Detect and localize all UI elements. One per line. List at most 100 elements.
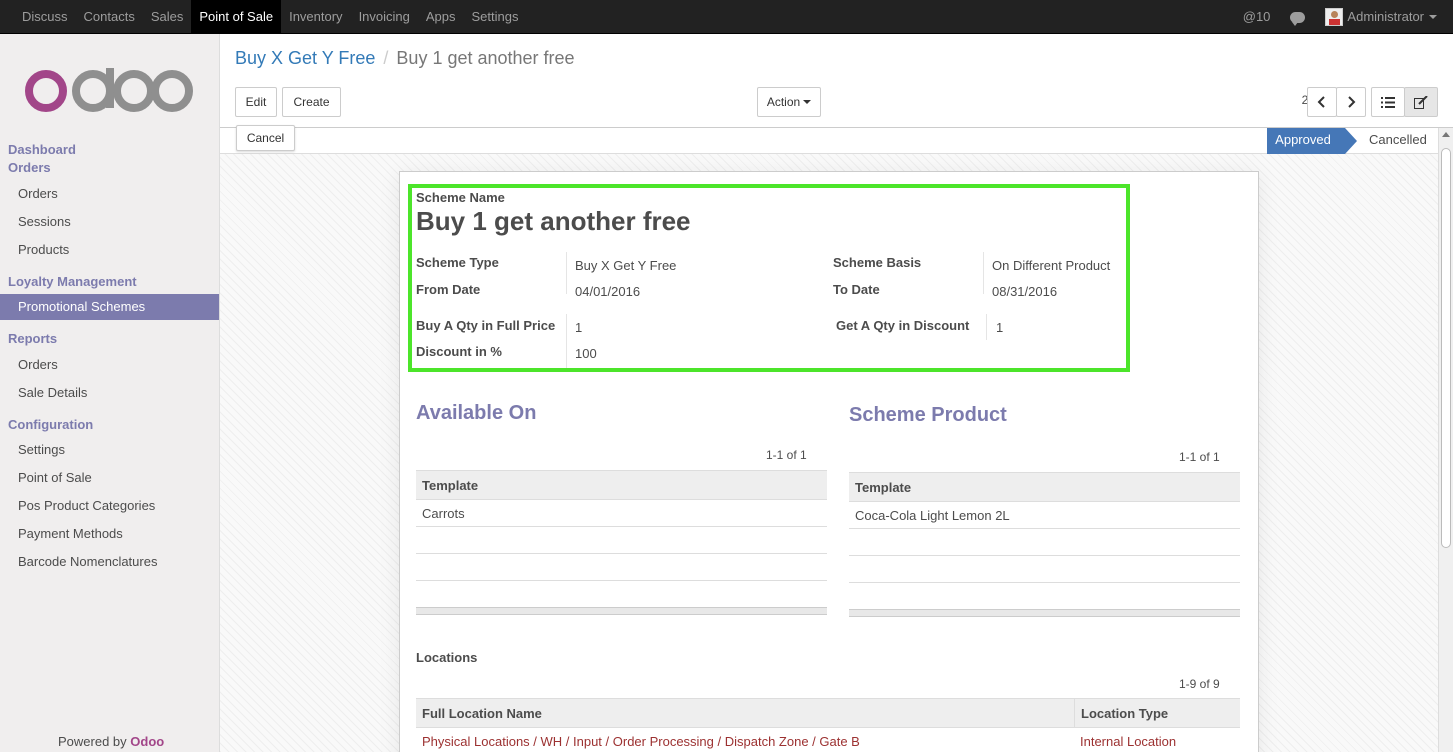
- col-location-type[interactable]: Location Type: [1074, 699, 1168, 728]
- menu-apps[interactable]: Apps: [418, 0, 464, 34]
- scheme-name-value: Buy 1 get another free: [416, 206, 691, 236]
- messaging-button[interactable]: [1280, 11, 1315, 26]
- scheme-product-pager[interactable]: 1-1 of 1: [1179, 450, 1220, 464]
- from-date-label: From Date: [416, 282, 481, 297]
- sidebar-item-settings[interactable]: Settings: [0, 437, 219, 463]
- locations-header: Full Location Name Location Type: [416, 698, 1240, 728]
- powered-by-brand-link[interactable]: Odoo: [130, 734, 164, 749]
- table-footer: [416, 607, 827, 615]
- sidebar-section-orders[interactable]: Orders: [8, 160, 51, 175]
- mentions-counter[interactable]: @10: [1233, 0, 1281, 34]
- scheme-type-label: Scheme Type: [416, 255, 499, 270]
- sidebar-item-pos-product-categories[interactable]: Pos Product Categories: [0, 493, 219, 519]
- menu-contacts[interactable]: Contacts: [76, 0, 143, 34]
- scheme-product-header-template: Template: [849, 472, 1240, 502]
- sidebar-section-dashboard[interactable]: Dashboard: [8, 142, 76, 157]
- list-view-button[interactable]: [1371, 87, 1405, 117]
- edit-icon: [1414, 95, 1428, 109]
- scheme-product-title: Scheme Product: [849, 404, 1007, 426]
- form-view-button[interactable]: [1404, 87, 1438, 117]
- sidebar-item-promotional-schemes[interactable]: Promotional Schemes: [0, 294, 219, 320]
- user-menu[interactable]: Administrator: [1315, 0, 1453, 34]
- sidebar-item-sale-details[interactable]: Sale Details: [0, 380, 219, 406]
- menu-sales[interactable]: Sales: [143, 0, 192, 34]
- chevron-right-icon: [1348, 96, 1356, 108]
- menu-invoicing[interactable]: Invoicing: [351, 0, 418, 34]
- stage-approved[interactable]: Approved: [1267, 128, 1357, 154]
- field-divider: [566, 252, 567, 294]
- sidebar: Dashboard Orders Orders Sessions Product…: [0, 34, 220, 752]
- table-row[interactable]: Coca-Cola Light Lemon 2L: [849, 502, 1240, 529]
- menu-inventory[interactable]: Inventory: [281, 0, 350, 34]
- buy-qty-label: Buy A Qty in Full Price: [416, 318, 556, 333]
- cancel-button[interactable]: Cancel: [236, 125, 295, 151]
- top-navbar: Discuss Contacts Sales Point of Sale Inv…: [0, 0, 1453, 34]
- breadcrumb-parent-link[interactable]: Buy X Get Y Free: [235, 48, 375, 68]
- available-on-table: Template Carrots: [416, 470, 827, 615]
- sidebar-section-loyalty[interactable]: Loyalty Management: [8, 274, 137, 289]
- available-on-header-template: Template: [416, 470, 827, 500]
- sidebar-item-payment-methods[interactable]: Payment Methods: [0, 521, 219, 547]
- scheme-name-label: Scheme Name: [416, 190, 505, 205]
- location-type[interactable]: Internal Location: [1080, 728, 1176, 752]
- sidebar-item-orders[interactable]: Orders: [0, 181, 219, 207]
- locations-pager[interactable]: 1-9 of 9: [1179, 677, 1220, 691]
- sidebar-item-report-orders[interactable]: Orders: [0, 352, 219, 378]
- sidebar-item-point-of-sale[interactable]: Point of Sale: [0, 465, 219, 491]
- sidebar-section-configuration[interactable]: Configuration: [8, 417, 93, 432]
- control-panel: Buy X Get Y Free / Buy 1 get another free …: [220, 34, 1453, 128]
- locations-label: Locations: [416, 650, 478, 665]
- table-footer: [849, 609, 1240, 617]
- get-qty-label: Get A Qty in Discount: [836, 318, 970, 333]
- topbar-right: @10 Administrator: [1233, 0, 1453, 34]
- to-date-value: 08/31/2016: [992, 284, 1058, 299]
- table-row-empty: [416, 527, 827, 554]
- location-name[interactable]: Physical Locations / WH / Input / Order …: [422, 734, 860, 749]
- field-divider: [566, 314, 567, 368]
- odoo-logo[interactable]: [24, 68, 194, 114]
- breadcrumb-separator: /: [383, 48, 389, 68]
- get-qty-value: 1: [996, 320, 1004, 335]
- menu-point-of-sale[interactable]: Point of Sale: [191, 0, 282, 34]
- powered-by: Powered by Odoo: [58, 734, 164, 749]
- scrollbar[interactable]: [1438, 128, 1453, 752]
- from-date-value: 04/01/2016: [575, 284, 641, 299]
- sidebar-section-reports[interactable]: Reports: [8, 331, 57, 346]
- action-label: Action: [766, 95, 801, 109]
- action-dropdown[interactable]: Action: [757, 87, 821, 117]
- form-content-area: Scheme Name Buy 1 get another free Schem…: [220, 154, 1438, 752]
- available-on-pager[interactable]: 1-1 of 1: [766, 448, 807, 462]
- chat-icon: [1290, 11, 1306, 26]
- table-row[interactable]: Physical Locations / WH / Input / Order …: [416, 728, 1240, 752]
- locations-table: Full Location Name Location Type Physica…: [416, 698, 1240, 752]
- menu-settings[interactable]: Settings: [464, 0, 527, 34]
- scheme-basis-value: On Different Product: [992, 258, 1111, 273]
- sidebar-item-barcode-nomenclatures[interactable]: Barcode Nomenclatures: [0, 549, 219, 575]
- table-row-empty: [416, 554, 827, 581]
- scrollbar-thumb[interactable]: [1441, 148, 1451, 548]
- create-button[interactable]: Create: [282, 87, 341, 117]
- pager-next-button[interactable]: [1336, 87, 1366, 117]
- avatar: [1325, 8, 1344, 26]
- breadcrumb-current: Buy 1 get another free: [396, 48, 575, 68]
- menu-discuss[interactable]: Discuss: [14, 0, 76, 34]
- stage-cancelled[interactable]: Cancelled: [1359, 128, 1437, 154]
- sidebar-item-sessions[interactable]: Sessions: [0, 209, 219, 235]
- status-bar: Cancel Approved Cancelled: [220, 125, 1438, 154]
- field-divider: [983, 252, 984, 294]
- list-icon: [1381, 96, 1395, 108]
- col-full-location-name[interactable]: Full Location Name: [422, 706, 542, 721]
- pager-previous-button[interactable]: [1307, 87, 1337, 117]
- sidebar-item-products[interactable]: Products: [0, 237, 219, 263]
- scroll-up-arrow-icon[interactable]: [1442, 132, 1450, 137]
- scheme-type-value: Buy X Get Y Free: [575, 258, 677, 273]
- scheme-basis-label: Scheme Basis: [833, 255, 922, 270]
- edit-button[interactable]: Edit: [235, 87, 277, 117]
- chevron-left-icon: [1317, 96, 1325, 108]
- app-menu: Discuss Contacts Sales Point of Sale Inv…: [14, 0, 527, 34]
- buy-qty-value: 1: [575, 320, 583, 335]
- table-row[interactable]: Carrots: [416, 500, 827, 527]
- table-row-empty: [849, 556, 1240, 583]
- field-divider: [986, 314, 987, 340]
- breadcrumb: Buy X Get Y Free / Buy 1 get another free: [235, 48, 575, 69]
